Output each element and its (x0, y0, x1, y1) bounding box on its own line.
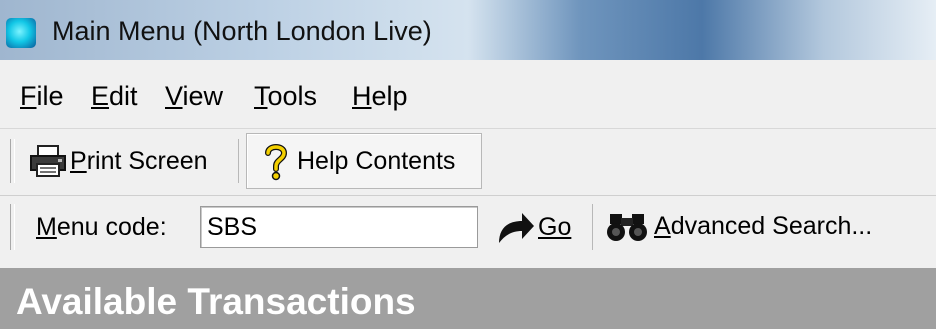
menu-code-mnemonic: M (36, 213, 57, 241)
toolbar-separator (238, 139, 239, 183)
advanced-search-mnemonic: A (654, 212, 671, 240)
printer-icon (28, 144, 68, 178)
menu-code-label: Menu code: (36, 212, 167, 242)
menu-tools-mnemonic: T (254, 81, 268, 111)
go-button[interactable]: Go (496, 210, 571, 244)
advanced-search-button[interactable]: Advanced Search... (606, 210, 872, 242)
help-contents-label: Help Contents (297, 146, 456, 175)
advanced-search-label: dvanced Search... (670, 212, 873, 240)
menu-file-mnemonic: F (20, 81, 37, 111)
menu-tools[interactable]: Tools (254, 80, 317, 112)
app-icon[interactable] (6, 18, 36, 48)
toolbar-grip[interactable] (10, 139, 15, 183)
menu-bar: File Edit View Tools Help (0, 62, 936, 129)
menu-view-label: iew (182, 81, 224, 111)
section-title: Available Transactions (16, 281, 416, 322)
help-contents-button[interactable]: Help Contents (246, 133, 482, 189)
title-bar: Main Menu (North London Live) (0, 0, 936, 60)
toolbar-grip[interactable] (10, 204, 15, 250)
print-screen-mnemonic: P (70, 146, 87, 175)
menu-view-mnemonic: V (165, 81, 183, 111)
menu-help-label: elp (371, 81, 408, 111)
menu-file[interactable]: File (20, 80, 64, 112)
window-title: Main Menu (North London Live) (52, 16, 432, 46)
menu-code-toolbar: Menu code: Go Advanced Search... (0, 196, 936, 258)
menu-view[interactable]: View (165, 80, 223, 112)
toolbar-separator (592, 204, 593, 250)
available-transactions-header: Available Transactions (0, 268, 936, 329)
menu-edit-label: dit (109, 81, 138, 111)
menu-edit-mnemonic: E (91, 81, 110, 111)
arrow-right-icon (496, 210, 536, 244)
menu-code-input[interactable] (200, 206, 478, 248)
standard-toolbar: Print Screen Help Contents (0, 129, 936, 196)
print-screen-label: rint Screen (86, 146, 208, 175)
menu-help-mnemonic: H (352, 81, 372, 111)
go-label: Go (538, 213, 572, 241)
menu-edit[interactable]: Edit (91, 80, 138, 112)
menu-help[interactable]: Help (352, 80, 408, 112)
menu-file-label: ile (36, 81, 64, 111)
menu-tools-label: ools (267, 81, 318, 111)
menu-code-label-text: enu code: (56, 213, 167, 241)
question-mark-icon (263, 141, 289, 181)
binoculars-icon (606, 210, 648, 242)
print-screen-button[interactable]: Print Screen (28, 133, 232, 189)
